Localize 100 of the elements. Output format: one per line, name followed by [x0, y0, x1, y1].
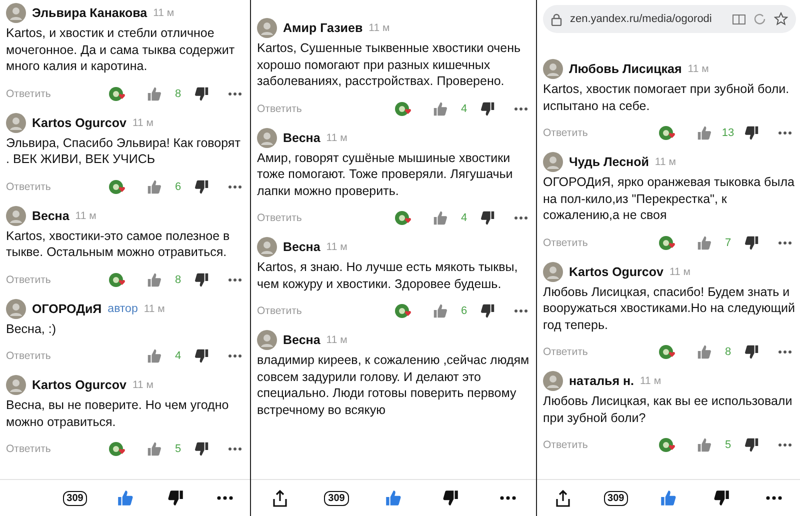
like-count: 5 — [724, 439, 732, 451]
dislike-button[interactable] — [441, 489, 460, 507]
comment-time: 11 м — [368, 22, 390, 34]
author-name[interactable]: Эльвира Канакова — [32, 6, 148, 20]
author-label: автор — [108, 302, 138, 314]
thumbs-up-icon[interactable] — [146, 178, 163, 194]
thumbs-down-icon[interactable] — [193, 86, 210, 102]
more-icon[interactable] — [514, 106, 528, 110]
dislike-button[interactable] — [166, 489, 184, 507]
more-button[interactable] — [217, 496, 233, 500]
more-button[interactable] — [766, 496, 782, 500]
avatar-icon — [257, 237, 277, 257]
comment-text: Kartos, Сушенные тыквенные хвостики очень хорошо помогают при разных кишечных заболеваниях, расстройствах. Проверено. — [257, 40, 522, 90]
more-icon[interactable] — [228, 278, 242, 282]
thumbs-up-icon[interactable] — [696, 234, 713, 250]
more-icon[interactable] — [228, 354, 242, 358]
more-icon[interactable] — [228, 447, 242, 451]
share-button[interactable] — [555, 490, 572, 506]
more-icon[interactable] — [778, 350, 792, 354]
comment-text: Амир, говорят сушёные мышиные хвостики тоже помогают. Тоже проверяли. Лягушачьи лапки можно проверить. — [257, 150, 514, 199]
author-name[interactable]: Чудь Лесной — [569, 155, 649, 169]
avatar-icon — [6, 298, 26, 318]
more-icon[interactable] — [514, 309, 528, 313]
comments-count-button[interactable]: 309 — [324, 490, 349, 506]
more-button[interactable] — [500, 496, 516, 500]
comment-text: Kartos, хвостик помогает при зубной боли. испытано на себе. — [543, 81, 790, 114]
like-button[interactable] — [116, 489, 134, 507]
author-name[interactable]: Весна — [283, 130, 320, 144]
avatar-icon — [543, 371, 563, 391]
thumbs-up-icon[interactable] — [146, 348, 163, 364]
comment-time: 11 м — [153, 7, 174, 19]
thumbs-up-icon[interactable] — [432, 303, 449, 319]
more-icon[interactable] — [514, 216, 528, 220]
author-name[interactable]: Kartos Ogurcov — [32, 116, 126, 130]
thumbs-up-icon[interactable] — [432, 210, 449, 226]
like-button[interactable] — [384, 489, 403, 507]
more-icon[interactable] — [228, 184, 242, 188]
comment-text: Kartos, я знаю. Но лучше есть мякоть тыквы, чем кожуру и хвостики. Здоровее будешь. — [257, 259, 519, 292]
comment-time: 11 м — [326, 334, 348, 346]
thumbs-up-icon[interactable] — [696, 125, 713, 141]
author-name[interactable]: Весна — [283, 333, 320, 347]
address-bar[interactable]: zen.yandex.ru/media/ogorodi — [543, 5, 796, 33]
share-button[interactable] — [272, 490, 288, 506]
thumbs-down-icon[interactable] — [193, 441, 210, 457]
thumbs-up-icon[interactable] — [696, 344, 713, 360]
like-count: 4 — [174, 350, 182, 362]
more-icon[interactable] — [228, 92, 242, 96]
thumbs-down-icon[interactable] — [193, 178, 210, 194]
author-name[interactable]: Весна — [32, 208, 70, 222]
author-name[interactable]: Амир Газиев — [283, 21, 363, 35]
comments-count-button[interactable]: 309 — [604, 490, 628, 506]
thumbs-up-icon[interactable] — [146, 86, 163, 102]
thumbs-down-icon[interactable] — [193, 272, 210, 288]
author-name[interactable]: Любовь Лисицкая — [569, 62, 682, 76]
comment-text: Эльвира, Спасибо Эльвира! Как говорят . ВЕК ЖИВИ, ВЕК УЧИСЬ — [6, 134, 242, 168]
author-name[interactable]: Kartos Ogurcov — [32, 378, 126, 392]
thumbs-down-icon[interactable] — [743, 125, 760, 141]
like-count: 8 — [174, 274, 182, 286]
thumbs-down-icon[interactable] — [193, 348, 210, 364]
comment-text: Весна, :) — [6, 320, 57, 337]
author-name[interactable]: Kartos Ogurcov — [569, 264, 664, 278]
avatar-icon — [257, 18, 277, 38]
dislike-button[interactable] — [712, 489, 731, 507]
like-button[interactable] — [658, 489, 678, 507]
comment-text: Kartos, и хвостик и стебли отличное мочегонное. Да и сама тыква содержит много калия и каротина. — [6, 25, 236, 74]
author-name[interactable]: наталья н. — [569, 374, 634, 388]
thumbs-down-icon[interactable] — [743, 234, 760, 250]
more-icon[interactable] — [778, 131, 792, 135]
thumbs-up-icon[interactable] — [146, 441, 163, 457]
comment-time: 11 м — [326, 132, 348, 144]
thumbs-up-icon[interactable] — [432, 100, 449, 116]
book-icon[interactable] — [732, 14, 746, 24]
like-count: 5 — [174, 443, 182, 455]
star-icon[interactable] — [774, 12, 788, 26]
like-count: 13 — [720, 127, 736, 139]
like-count: 4 — [460, 102, 468, 114]
url-text: zen.yandex.ru/media/ogorodi — [570, 13, 713, 25]
thumbs-down-icon[interactable] — [479, 100, 496, 116]
thumbs-down-icon[interactable] — [743, 344, 760, 360]
avatar-icon — [6, 206, 26, 226]
comment-time: 11 м — [669, 266, 691, 278]
comment-text: Kartos, хвостики-это самое полезное в тыкве. Остальным можно отравиться. — [6, 228, 231, 260]
more-icon[interactable] — [778, 240, 792, 244]
comment-text: владимир киреев, к сожалению ,сейчас людям совсем задурили голову. И делают это специально. Люди готовы поверить первому встречному во всякую — [257, 352, 530, 418]
thumbs-up-icon[interactable] — [696, 437, 713, 453]
author-name[interactable]: ОГОРОДиЯ — [32, 302, 102, 316]
avatar-icon — [257, 330, 277, 350]
thumbs-down-icon[interactable] — [479, 210, 496, 226]
avatar-icon — [543, 152, 563, 172]
like-count: 8 — [724, 346, 732, 358]
comment-time: 11 м — [640, 375, 662, 387]
thumbs-down-icon[interactable] — [743, 437, 760, 453]
comments-count-button[interactable]: 309 — [62, 490, 88, 506]
comment-text: Любовь Лисицкая, спасибо! Будем знать и вооружаться хвостиками.Но на следующий год теперь. — [543, 284, 796, 333]
thumbs-down-icon[interactable] — [479, 303, 496, 319]
comment-time: 11 м — [326, 241, 348, 253]
more-icon[interactable] — [778, 443, 792, 447]
thumbs-up-icon[interactable] — [146, 272, 163, 288]
author-name[interactable]: Весна — [283, 240, 320, 254]
comment-text: ОГОРОДиЯ, ярко оранжевая тыковка была на пол-кило,из "Перекрестка", к сожалению,а не своя — [543, 174, 796, 224]
